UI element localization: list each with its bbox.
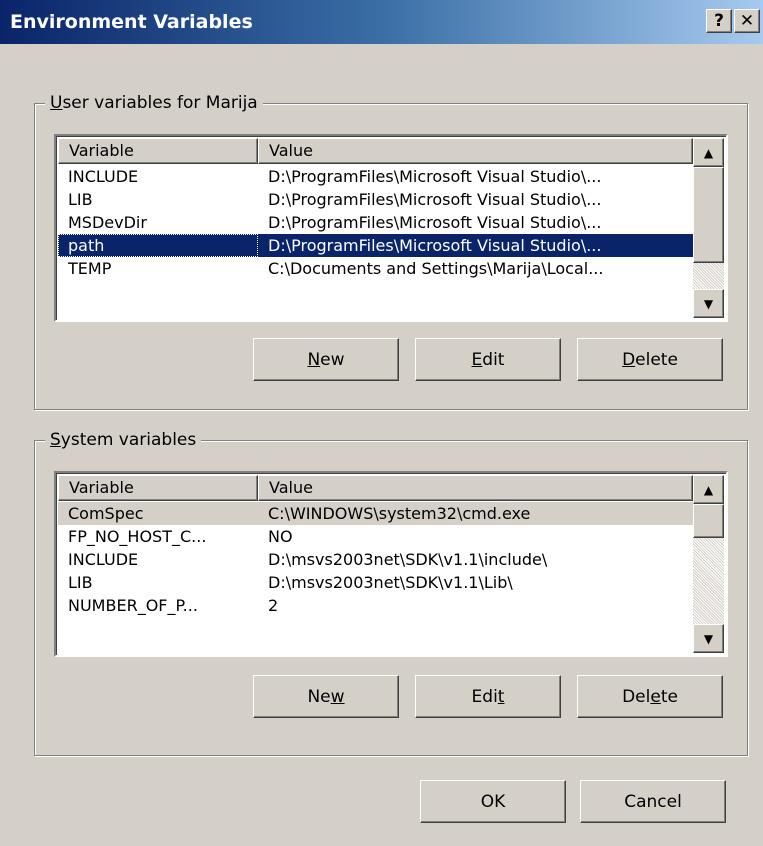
list-item[interactable]: FP_NO_HOST_C... NO: [58, 525, 693, 548]
arrow-down-icon: ▼: [703, 296, 714, 311]
close-icon: ✕: [739, 11, 755, 31]
system-variables-label: System variables: [45, 430, 202, 450]
scroll-down-button[interactable]: ▼: [693, 624, 724, 653]
list-item-selected[interactable]: ComSpec C:\WINDOWS\system32\cmd.exe: [58, 502, 693, 525]
cancel-button[interactable]: Cancel: [580, 780, 726, 823]
variable-name: ComSpec: [68, 504, 144, 523]
close-button[interactable]: ✕: [734, 9, 760, 33]
scroll-thumb[interactable]: [693, 167, 724, 263]
scroll-thumb[interactable]: [693, 504, 724, 538]
list-item[interactable]: NUMBER_OF_P... 2: [58, 594, 693, 617]
list-item[interactable]: INCLUDE D:\ProgramFiles\Microsoft Visual…: [58, 165, 693, 188]
variable-value: C:\Documents and Settings\Marija\Local..…: [268, 259, 604, 278]
arrow-up-icon: ▲: [703, 145, 714, 160]
arrow-down-icon: ▼: [703, 631, 714, 646]
vertical-scrollbar[interactable]: ▲ ▼: [693, 475, 724, 653]
arrow-up-icon: ▲: [703, 482, 714, 497]
list-header: Variable Value: [58, 475, 693, 501]
system-delete-button[interactable]: Del e te: [577, 675, 723, 718]
column-header-value[interactable]: Value: [258, 475, 693, 501]
user-new-button[interactable]: New: [253, 338, 399, 381]
variable-value: D:\ProgramFiles\Microsoft Visual Studio\…: [268, 167, 602, 186]
scroll-up-button[interactable]: ▲: [693, 138, 724, 167]
variable-name: FP_NO_HOST_C...: [68, 527, 207, 546]
variable-name: LIB: [68, 190, 93, 209]
list-item[interactable]: MSDevDir D:\ProgramFiles\Microsoft Visua…: [58, 211, 693, 234]
title-bar[interactable]: Environment Variables ? ✕: [0, 0, 763, 44]
system-variables-group: System variables Variable Value ComSpec …: [34, 430, 748, 756]
help-button[interactable]: ?: [706, 9, 732, 33]
variable-name: INCLUDE: [68, 167, 139, 186]
variable-name: path: [58, 234, 258, 257]
variable-value: C:\WINDOWS\system32\cmd.exe: [268, 504, 531, 523]
system-new-button[interactable]: Ne w: [253, 675, 399, 718]
variable-value: D:\msvs2003net\SDK\v1.1\include\: [268, 550, 548, 569]
variable-value: 2: [268, 596, 279, 615]
list-item[interactable]: INCLUDE D:\msvs2003net\SDK\v1.1\include\: [58, 548, 693, 571]
list-header: Variable Value: [58, 138, 693, 164]
variable-value: D:\ProgramFiles\Microsoft Visual Studio\…: [268, 213, 602, 232]
variable-name: MSDevDir: [68, 213, 147, 232]
variable-value: D:\msvs2003net\SDK\v1.1\Lib\: [268, 573, 513, 592]
list-item[interactable]: LIB D:\msvs2003net\SDK\v1.1\Lib\: [58, 571, 693, 594]
variable-name: TEMP: [68, 259, 112, 278]
user-variables-list[interactable]: Variable Value INCLUDE D:\ProgramFiles\M…: [54, 134, 728, 322]
user-edit-button[interactable]: Edit: [415, 338, 561, 381]
help-icon: ?: [714, 11, 724, 31]
column-header-value[interactable]: Value: [258, 138, 693, 164]
variable-name: INCLUDE: [68, 550, 139, 569]
variable-name: LIB: [68, 573, 93, 592]
user-variables-group: User variables for Marija Variable Value…: [34, 93, 748, 410]
vertical-scrollbar[interactable]: ▲ ▼: [693, 138, 724, 318]
list-item[interactable]: LIB D:\ProgramFiles\Microsoft Visual Stu…: [58, 188, 693, 211]
variable-value: NO: [268, 527, 293, 546]
list-rows: INCLUDE D:\ProgramFiles\Microsoft Visual…: [58, 165, 693, 318]
ok-button[interactable]: OK: [420, 780, 566, 823]
window-title: Environment Variables: [10, 11, 253, 33]
list-item[interactable]: TEMP C:\Documents and Settings\Marija\Lo…: [58, 257, 693, 280]
column-header-variable[interactable]: Variable: [58, 138, 258, 164]
column-header-variable[interactable]: Variable: [58, 475, 258, 501]
variable-value: D:\ProgramFiles\Microsoft Visual Studio\…: [268, 236, 602, 255]
list-rows: ComSpec C:\WINDOWS\system32\cmd.exe FP_N…: [58, 502, 693, 653]
list-item-selected[interactable]: path D:\ProgramFiles\Microsoft Visual St…: [58, 234, 693, 257]
variable-name: NUMBER_OF_P...: [68, 596, 198, 615]
system-edit-button[interactable]: Edi t: [415, 675, 561, 718]
scroll-up-button[interactable]: ▲: [693, 475, 724, 504]
user-variables-label: User variables for Marija: [45, 93, 263, 113]
system-variables-list[interactable]: Variable Value ComSpec C:\WINDOWS\system…: [54, 471, 728, 657]
variable-value: D:\ProgramFiles\Microsoft Visual Studio\…: [268, 190, 602, 209]
scroll-down-button[interactable]: ▼: [693, 289, 724, 318]
user-delete-button[interactable]: Delete: [577, 338, 723, 381]
